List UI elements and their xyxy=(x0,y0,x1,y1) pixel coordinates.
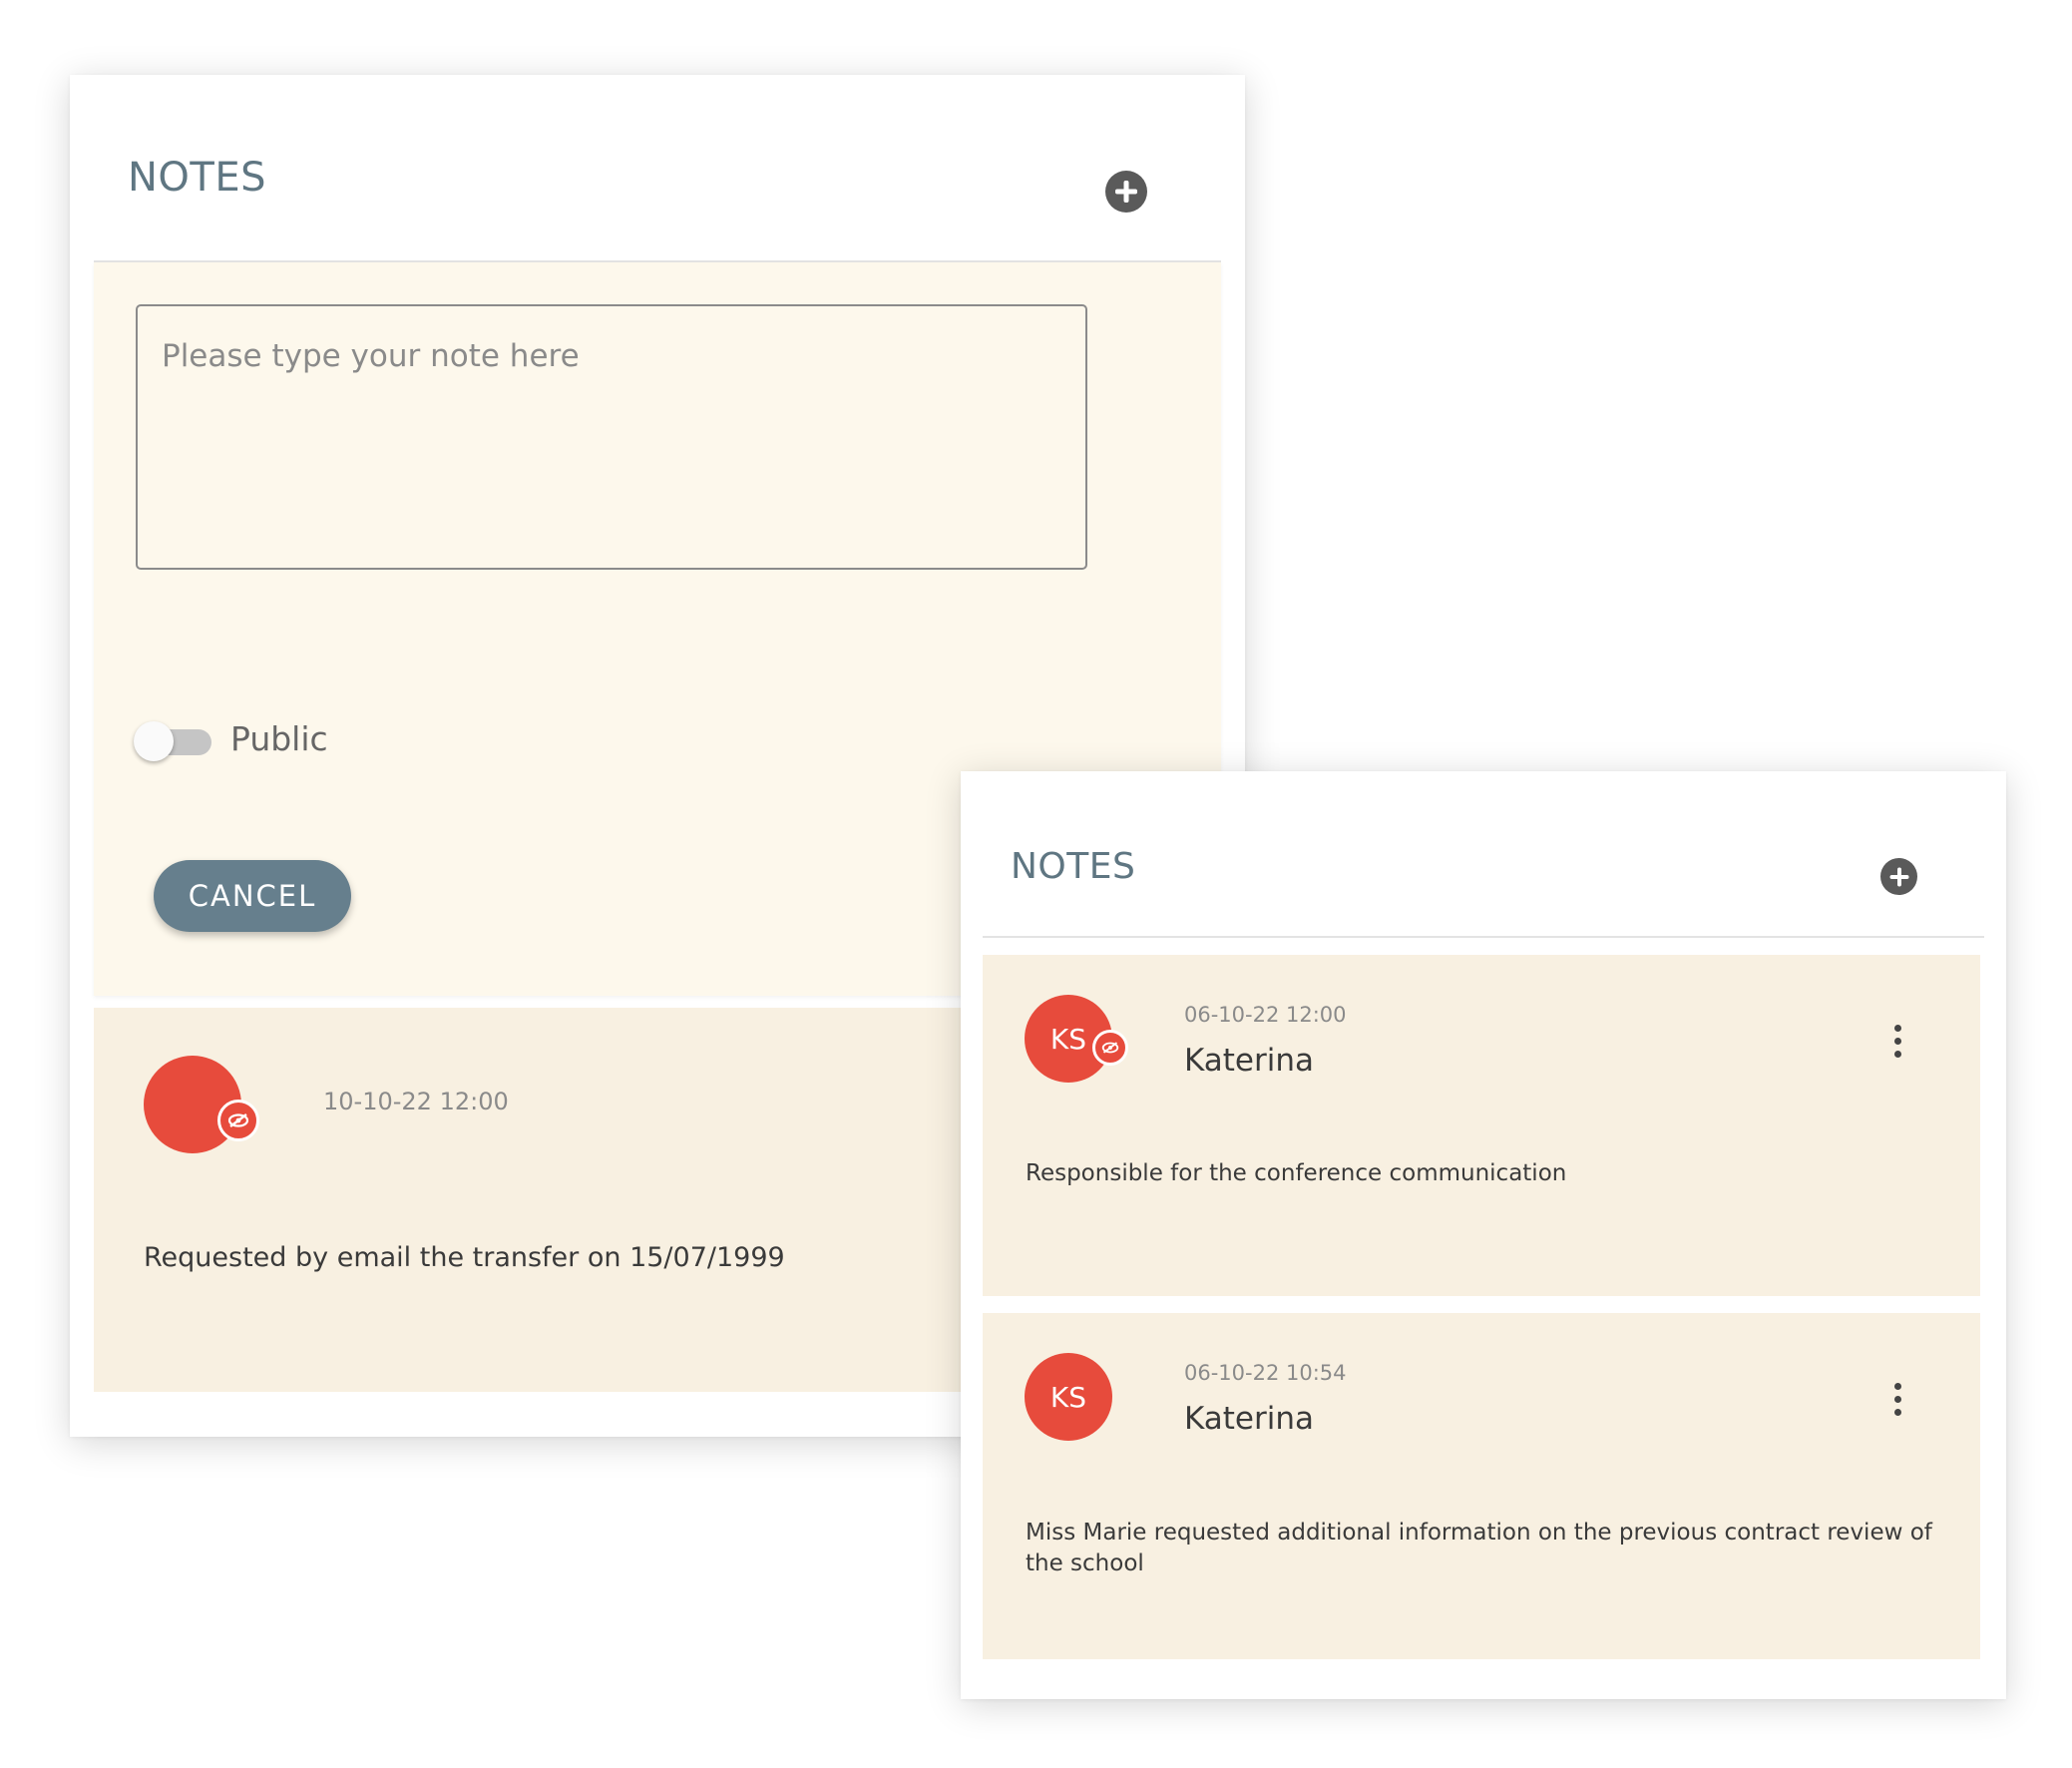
eye-off-icon xyxy=(1092,1030,1128,1066)
note-item: KS 06-10-22 10:54 Katerina Miss Marie re… xyxy=(983,1313,1980,1659)
more-vert-icon[interactable] xyxy=(1885,1381,1909,1421)
note-item: KS 06-10-22 12:00 Katerina Responsible f… xyxy=(983,955,1980,1296)
note-author: Katerina xyxy=(1184,1401,1315,1437)
note-timestamp: 06-10-22 10:54 xyxy=(1184,1361,1347,1385)
panel-title: NOTES xyxy=(1011,846,1136,887)
divider xyxy=(983,936,1984,938)
notes-panel-right: NOTES KS 06-10-22 12:00 Katerina Respons… xyxy=(961,771,2006,1699)
toggle-thumb xyxy=(134,721,174,761)
add-note-icon[interactable] xyxy=(1880,858,1917,895)
avatar: KS xyxy=(1025,1353,1112,1441)
add-note-icon[interactable] xyxy=(1105,171,1147,213)
note-timestamp: 10-10-22 12:00 xyxy=(323,1088,509,1115)
public-toggle[interactable] xyxy=(134,719,213,763)
cancel-button[interactable]: CANCEL xyxy=(154,860,351,932)
eye-off-icon xyxy=(217,1100,259,1141)
note-timestamp: 06-10-22 12:00 xyxy=(1184,1003,1347,1027)
public-toggle-label: Public xyxy=(230,719,328,758)
note-text: Responsible for the conference communica… xyxy=(1026,1160,1567,1186)
more-vert-icon[interactable] xyxy=(1885,1023,1909,1063)
note-author: Katerina xyxy=(1184,1043,1315,1079)
note-textarea[interactable] xyxy=(136,304,1087,570)
panel-title: NOTES xyxy=(128,155,267,201)
note-text: Miss Marie requested additional informat… xyxy=(1026,1520,1932,1576)
